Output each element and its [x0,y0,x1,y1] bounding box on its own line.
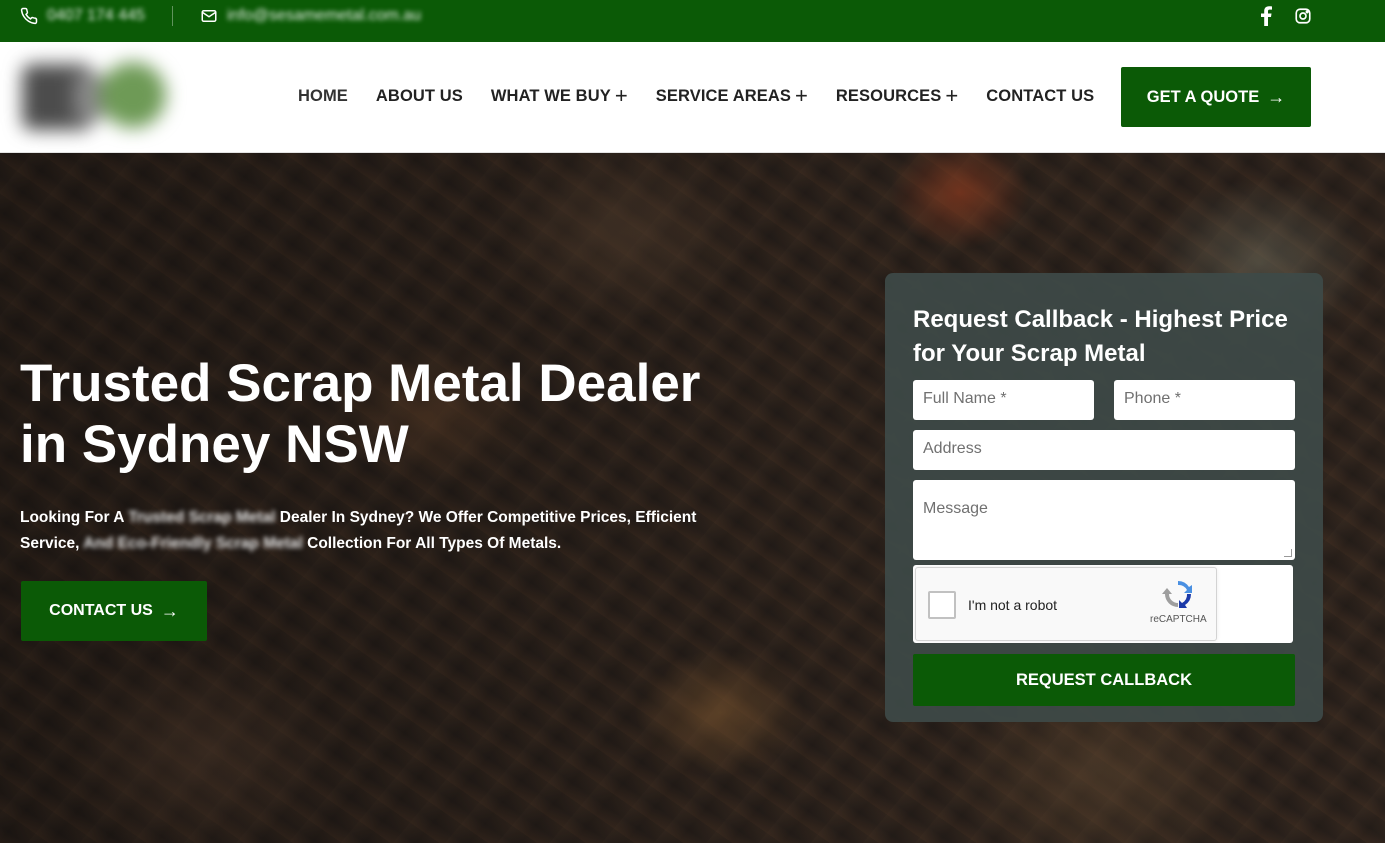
get-a-quote-button[interactable]: GET A QUOTE → [1121,67,1311,127]
hero-subtitle: Looking For A Trusted Scrap Metal Dealer… [20,509,697,552]
phone-input[interactable]: Phone * [1114,380,1295,420]
site-header: HOME ABOUT US WHAT WE BUY + SERVICE AREAS… [0,42,1385,153]
arrow-right-icon: → [1267,86,1286,107]
nav-about-us-label: ABOUT US [375,86,463,105]
nav-about-us[interactable]: ABOUT US [376,87,463,106]
nav-service-areas-label: SERVICE AREAS [655,86,791,105]
resize-handle[interactable] [1284,549,1292,557]
hero-title: Trusted Scrap Metal Dealer in Sydney NSW [20,354,701,474]
nav-home[interactable]: HOME [298,87,348,106]
phone-icon [20,7,38,25]
recaptcha-icon [1162,578,1194,610]
main-nav: HOME ABOUT US WHAT WE BUY + SERVICE AREAS… [298,42,1122,150]
hero-section: Trusted Scrap Metal Dealer in Sydney NSW… [0,153,1385,843]
message-placeholder: Message [923,500,988,517]
nav-resources-label: RESOURCES [835,86,942,105]
nav-contact-us[interactable]: CONTACT US [986,87,1094,106]
plus-icon: + [614,83,628,108]
plus-icon: + [945,83,959,108]
captcha-container: I'm not a robot reCAPTCHA [913,565,1293,643]
contact-us-button[interactable]: CONTACT US → [21,581,207,641]
captcha-checkbox[interactable] [928,591,956,619]
top-bar: 0407 174 445 info@sesamemetal.com.au [0,0,1385,42]
form-title: Request Callback - Highest Price for You… [913,306,1288,367]
callback-form: Request Callback - Highest Price for You… [885,273,1323,722]
nav-what-we-buy-label: WHAT WE BUY [490,86,611,105]
recaptcha-widget: I'm not a robot reCAPTCHA [915,567,1217,641]
get-a-quote-label: GET A QUOTE [1146,87,1260,106]
phone-number: 0407 174 445 [47,7,145,24]
nav-service-areas[interactable]: SERVICE AREAS + [655,83,808,108]
request-callback-button[interactable]: REQUEST CALLBACK [913,654,1295,706]
nav-contact-us-label: CONTACT US [986,86,1095,105]
arrow-right-icon: → [160,600,179,621]
mail-icon [200,7,218,25]
contact-us-label: CONTACT US [49,602,153,619]
facebook-icon[interactable] [1255,4,1277,28]
site-logo[interactable] [14,52,174,140]
captcha-brand: reCAPTCHA [1150,614,1207,625]
instagram-icon[interactable] [1292,4,1314,28]
nav-resources[interactable]: RESOURCES + [835,83,959,108]
plus-icon: + [794,83,808,108]
message-textarea[interactable]: Message [913,480,1295,560]
captcha-label: I'm not a robot [968,597,1058,613]
topbar-email[interactable]: info@sesamemetal.com.au [200,0,421,32]
topbar-divider [172,6,173,26]
nav-what-we-buy[interactable]: WHAT WE BUY + [490,83,628,108]
email-address: info@sesamemetal.com.au [227,7,422,24]
topbar-phone[interactable]: 0407 174 445 [20,0,145,32]
address-input[interactable]: Address [913,430,1295,470]
nav-home-label: HOME [298,86,348,105]
full-name-input[interactable]: Full Name * [913,380,1094,420]
